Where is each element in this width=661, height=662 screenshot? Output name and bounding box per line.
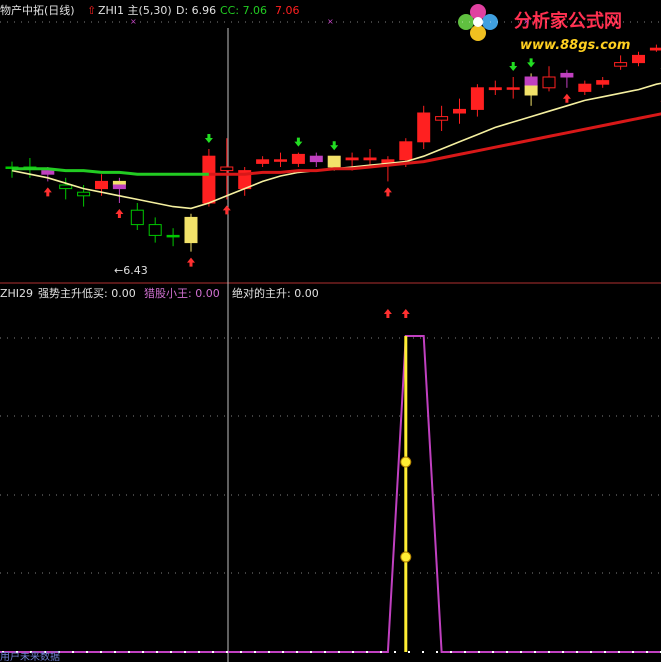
baseline-dot [520, 651, 522, 653]
baseline-dot [422, 651, 424, 653]
candle-body [632, 54, 645, 64]
baseline-dot [240, 651, 242, 653]
candle-body [470, 87, 484, 110]
candle-body [596, 80, 610, 85]
baseline-dot [590, 651, 592, 653]
bottom-tab-label[interactable]: 用户未来数据 [0, 650, 60, 662]
baseline-dot [310, 651, 312, 653]
candle-body [453, 108, 466, 114]
candle-body [202, 155, 216, 204]
sub-indicator-name: ZHI29 [0, 287, 33, 300]
baseline-dot [464, 651, 466, 653]
candle-body [166, 234, 180, 238]
candle-body [649, 47, 661, 51]
candle-body [435, 116, 449, 121]
baseline-dot [100, 651, 102, 653]
baseline-dot [478, 651, 480, 653]
baseline-dot [534, 651, 536, 653]
baseline-dot [604, 651, 606, 653]
candle-body [291, 153, 305, 164]
baseline-dot [408, 651, 410, 653]
money-bag-icon [400, 551, 412, 563]
sub-label-strong-buy: 强势主升低买: 0.00 [38, 287, 136, 300]
stock-chart-window[interactable]: 物产中拓(日线) ⇧ ZHI1 主(5,30) D: 6.96 CC: 7.06… [0, 0, 661, 662]
baseline-dot [170, 651, 172, 653]
baseline-dot [338, 651, 340, 653]
money-bag-icon [400, 456, 412, 468]
candle-body [578, 83, 592, 92]
baseline-dot [394, 651, 396, 653]
x-marker-icon: × [130, 17, 137, 26]
candle-body [77, 191, 91, 197]
cc-value: CC: 7.06 [220, 4, 267, 17]
candle-body [256, 159, 270, 164]
candle-body [327, 155, 341, 168]
baseline-dot [156, 651, 158, 653]
baseline-dot [296, 651, 298, 653]
baseline-dot [352, 651, 354, 653]
baseline-dot [226, 651, 228, 653]
baseline-dot [282, 651, 284, 653]
baseline-dot [380, 651, 382, 653]
candle-body [345, 157, 359, 161]
sub-label-absolute-rise: 绝对的主升: 0.00 [232, 286, 319, 300]
indicator-name: ZHI1 主(5,30) [98, 4, 172, 17]
watermark-url: www.88gs.com [520, 38, 630, 53]
baseline-dot [646, 651, 648, 653]
candle-body [148, 224, 162, 236]
d-value: D: 6.96 [176, 4, 216, 17]
baseline-dot [632, 651, 634, 653]
baseline-dot [72, 651, 74, 653]
candle-body [130, 209, 144, 226]
candle-body [220, 166, 234, 172]
baseline-dot [506, 651, 508, 653]
baseline-dot [562, 651, 564, 653]
candle-body [560, 72, 574, 78]
baseline-dot [114, 651, 116, 653]
main-panel-header: 物产中拓(日线) ⇧ ZHI1 主(5,30) D: 6.96 CC: 7.06… [0, 3, 300, 17]
baseline-dot [86, 651, 88, 653]
candle-body [524, 85, 538, 96]
baseline-dot [184, 651, 186, 653]
candle-body [506, 87, 520, 90]
baseline-dot [576, 651, 578, 653]
candle-body [363, 157, 377, 161]
baseline-dot [128, 651, 130, 653]
low-price-annotation: ←6.43 [114, 264, 148, 277]
baseline-dot [324, 651, 326, 653]
candle-body [614, 62, 628, 67]
candle-body [112, 180, 126, 186]
candle-body [524, 76, 538, 87]
candle-body [41, 170, 55, 175]
candle-body [95, 180, 108, 190]
watermark-title: 分析家公式网 [514, 10, 622, 32]
candle-body [59, 184, 73, 190]
baseline-dot [618, 651, 620, 653]
candle-body [399, 141, 413, 161]
x-marker-icon: × [327, 17, 334, 26]
red-arrow-icon: ⇧ [87, 4, 96, 17]
sub-panel-header: ZHI29 强势主升低买: 0.00 猎股小王: 0.00 绝对的主升: 0.0… [0, 286, 319, 300]
baseline-dot [198, 651, 200, 653]
candle-body [309, 155, 323, 163]
baseline-dot [142, 651, 144, 653]
stock-title: 物产中拓(日线) [0, 3, 75, 17]
sub-label-hunter: 猎股小王: 0.00 [144, 286, 220, 300]
x-marker-icon: × [523, 17, 530, 26]
candle-body [542, 76, 556, 89]
candle-body [488, 87, 502, 91]
baseline-dot [254, 651, 256, 653]
baseline-dot [436, 651, 438, 653]
baseline-dot [548, 651, 550, 653]
baseline-dot [492, 651, 494, 653]
candle-body [274, 159, 287, 162]
baseline-dot [366, 651, 368, 653]
candle-body [112, 184, 126, 190]
candle-body [417, 112, 431, 143]
baseline-dot [268, 651, 270, 653]
candle-body [184, 216, 198, 244]
cc-red-value: 7.06 [275, 4, 300, 17]
baseline-dot [450, 651, 452, 653]
baseline-dot [212, 651, 214, 653]
